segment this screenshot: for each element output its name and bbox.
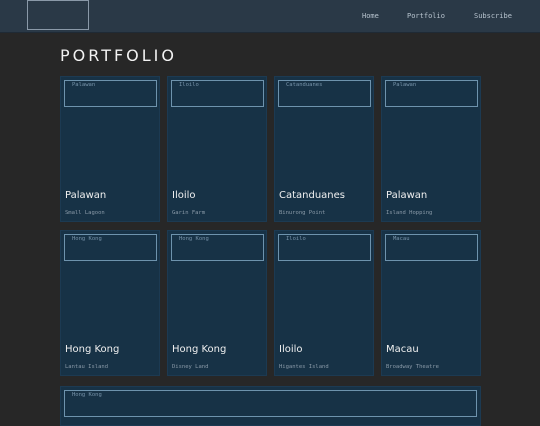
portfolio-card[interactable]: Iloilo Iloilo Higantes Island: [274, 230, 374, 376]
portfolio-card[interactable]: Hong Kong Hong Kong Disney Land: [167, 230, 267, 376]
card-subtitle: Broadway Theatre: [386, 364, 439, 370]
card-subtitle: Binurong Point: [279, 210, 326, 216]
card-title: Hong Kong: [65, 344, 120, 355]
card-image[interactable]: Palawan: [385, 80, 478, 107]
card-subtitle: Higantes Island: [279, 364, 329, 370]
nav-portfolio-link[interactable]: Portfolio: [407, 12, 445, 20]
card-title: Catanduanes: [279, 190, 346, 201]
logo-image[interactable]: [27, 0, 89, 30]
top-navbar: Home Portfolio Subscribe: [0, 0, 540, 33]
nav-subscribe-link[interactable]: Subscribe: [474, 12, 512, 20]
card-subtitle: Lantau Island: [65, 364, 109, 370]
card-subtitle: Island Hopping: [386, 210, 433, 216]
portfolio-card[interactable]: Iloilo Iloilo Garin Farm: [167, 76, 267, 222]
portfolio-card[interactable]: Catanduanes Catanduanes Binurong Point: [274, 76, 374, 222]
card-title: Iloilo: [279, 344, 303, 355]
card-title: Macau: [386, 344, 419, 355]
card-image[interactable]: Catanduanes: [278, 80, 371, 107]
card-image[interactable]: Hong Kong: [64, 390, 477, 417]
nav-home-link[interactable]: Home: [362, 12, 379, 20]
card-subtitle: Disney Land: [172, 364, 209, 370]
card-subtitle: Garin Farm: [172, 210, 206, 216]
card-image[interactable]: Palawan: [64, 80, 157, 107]
card-image[interactable]: Macau: [385, 234, 478, 261]
card-title: Palawan: [65, 190, 107, 201]
card-title: Iloilo: [172, 190, 196, 201]
page-title: PORTFOLIO: [60, 46, 177, 65]
card-image[interactable]: Iloilo: [278, 234, 371, 261]
portfolio-card[interactable]: Hong Kong Hong Kong Lantau Island: [60, 230, 160, 376]
portfolio-card-wide[interactable]: Hong Kong: [60, 386, 481, 426]
card-subtitle: Small Lagoon: [65, 210, 105, 216]
card-title: Palawan: [386, 190, 428, 201]
portfolio-card[interactable]: Macau Macau Broadway Theatre: [381, 230, 481, 376]
portfolio-card[interactable]: Palawan Palawan Small Lagoon: [60, 76, 160, 222]
portfolio-card[interactable]: Palawan Palawan Island Hopping: [381, 76, 481, 222]
card-image[interactable]: Iloilo: [171, 80, 264, 107]
card-title: Hong Kong: [172, 344, 227, 355]
card-image[interactable]: Hong Kong: [171, 234, 264, 261]
card-image[interactable]: Hong Kong: [64, 234, 157, 261]
